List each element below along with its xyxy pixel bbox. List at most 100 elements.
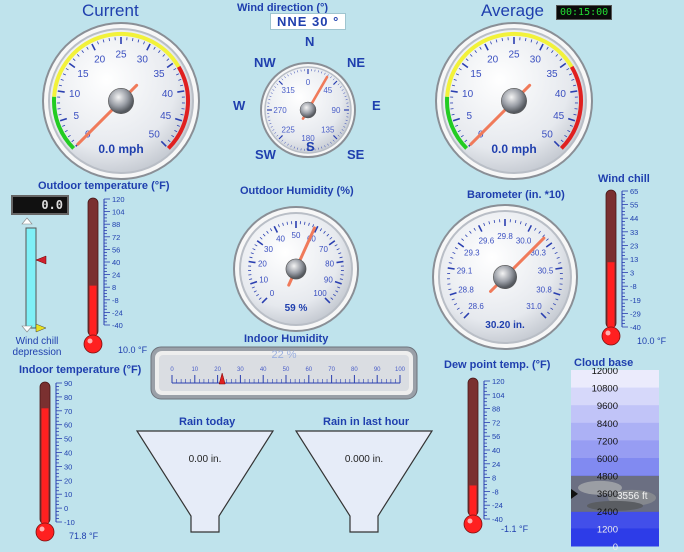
compass-hub [299,101,317,119]
thermometer-tick-label: 40 [64,449,72,458]
thermometer-tick-label: 104 [492,391,505,400]
thermometer-tick-label: -40 [112,321,123,330]
wind-direction-readout: NNE 30 ° [270,13,347,30]
thermometer-tick-label: 3 [630,269,634,278]
compass-ne-label: NE [347,55,366,70]
indoor-humidity-tick-label: 50 [283,367,290,373]
indoor-temp-thermometer: 90 80 70 60 50 40 30 20 10 0 -10 [35,379,75,542]
indoor-humidity-tick-label: 100 [395,367,406,373]
thermometer-tick-label: 30 [64,462,72,471]
thermometer-tick-label: -29 [630,309,641,318]
thermometer-tick-label: 33 [630,228,638,237]
thermometer-tick-label: 24 [492,460,500,469]
gauge-tick-label: 29.8 [497,232,513,241]
dew-point-thermometer: 120 104 88 72 56 40 24 8 -8 -24 -40 [463,377,505,534]
cloud-base-tick-label: 2400 [597,507,618,518]
cloud-base-readout: 3556 ft [617,491,648,502]
indoor-humidity-tick-label: 90 [374,367,381,373]
thermometer-tick-label: 90 [64,379,72,388]
cloud-base-scale: 1200010800960084007200600048003600240012… [571,368,659,552]
compass-w-label: W [233,98,246,113]
outdoor-humidity-gauge: 010203040 50 60708090100 [233,206,359,332]
gauge-major-tick [555,267,563,270]
gauge-minor-tick [493,219,496,224]
gauge-major-tick [570,90,578,93]
gauge-tick-label: 0 [270,289,275,298]
indoor-humidity-tick-label: 30 [237,367,244,373]
gauge-major-tick [177,90,185,93]
cloud-base-tick-label: 7200 [597,436,618,447]
dew-point-readout: -1.1 °F [501,524,529,534]
thermometer-bulb [463,514,483,534]
cloud-base-tick-label: 9600 [597,401,618,412]
gauge-minor-tick [304,221,306,225]
rain-today-title: Rain today [179,416,236,428]
gauge-tick-label: 5 [467,111,473,122]
thermometer-tick-label: 120 [492,377,505,386]
current-wind-readout: 0.0 mph [98,142,144,156]
indoor-humidity-tick-label: 60 [305,367,312,373]
compass-se-label: SE [347,147,365,162]
indoor-humidity-tick-label: 70 [328,367,335,373]
gauge-major-tick [447,267,455,270]
thermometer-tick-label: 23 [630,241,638,250]
thermometer-tick-label: 44 [630,214,638,223]
gauge-major-tick [248,260,256,264]
gauge-tick-label: 29.3 [464,249,480,258]
gauge-minor-tick [525,38,527,42]
thermometer-tick-label: 104 [112,208,125,217]
gauge-tick-label: 40 [276,235,285,244]
gauge-tick-label: 28.8 [458,285,474,294]
thermometer-tick-label: -24 [492,501,503,510]
thermometer-tick-label: 72 [112,233,120,242]
gauge-tick-label: 5 [74,111,80,122]
thermometer-tick-label: -40 [492,515,503,524]
indoor-temp-readout: 71.8 °F [69,531,99,541]
thermometer-bulb-shine [87,338,93,344]
gauge-tick-label: 25 [115,50,127,61]
compass-dial-label: 90 [332,106,341,115]
gauge-minor-tick [501,38,503,42]
gauge-tick-label: 31.0 [526,302,542,311]
wind-chill-readout: 10.0 °F [637,336,667,346]
gauge-major-tick [57,90,65,93]
gauge-tick-label: 50 [149,130,161,141]
indoor-temp-title: Indoor temperature (°F) [19,364,142,376]
gauge-hub [501,88,527,114]
gauge-tick-label: 70 [319,245,328,254]
gauge-tick-label: 100 [313,289,327,298]
wind-chill-depression-label-line2: depression [12,347,62,358]
thermometer-tick-label: 70 [64,407,72,416]
compass-s-label: S [306,139,315,154]
cloud-base-tick-label: 12000 [592,368,618,377]
outdoor-temp-readout: 10.0 °F [118,345,148,355]
indoor-humidity-readout: 22 % [271,349,297,361]
wind-chill-depression-label-line1: Wind chill [15,336,59,347]
compass-dial-label: 135 [321,126,335,135]
gauge-tick-label: 29.1 [457,266,473,275]
indoor-humidity-tick-label: 10 [191,367,198,373]
cloud-base-tick-label: 1200 [597,524,618,535]
compass-dial-label: 225 [282,126,296,135]
gauge-tick-label: 30 [137,55,149,66]
gauge-tick-label: 15 [470,69,482,80]
compass-n-label: N [305,34,315,49]
thermometer-tick-label: 60 [64,421,72,430]
gauge-tick-label: 20 [94,55,106,66]
thermometer-tick-label: -24 [112,308,123,317]
thermometer-tick-label: 65 [630,187,638,196]
rain-today-readout: 0.00 in. [188,454,222,465]
gauge-tick-label: 90 [324,275,333,284]
gauge-minor-tick [286,221,288,225]
thermometer-tick-label: 40 [492,446,500,455]
outdoor-temp-thermometer: 120 104 88 72 56 40 24 8 -8 -24 -40 [83,195,125,354]
gauge-tick-label: 35 [153,69,165,80]
thermometer-bulb-shine [605,330,611,336]
thermometer-tick-label: 8 [492,474,496,483]
gauge-minor-tick [132,38,134,42]
gauge-major-tick [450,90,458,93]
gauge-tick-label: 20 [258,259,267,268]
thermometer-bulb [35,522,55,542]
thermometer-bulb [83,334,103,354]
cloud-base-tick-label: 6000 [597,454,618,465]
